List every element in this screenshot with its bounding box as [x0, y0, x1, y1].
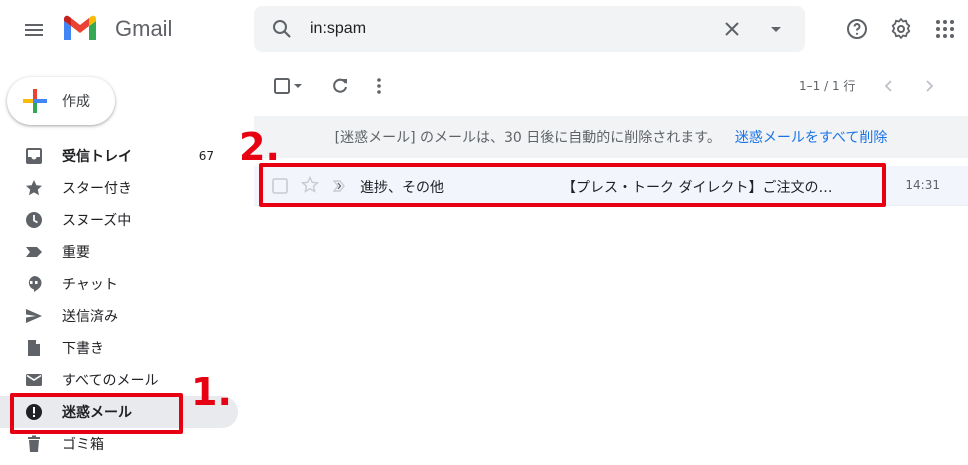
more-vert-icon [377, 78, 381, 94]
pagination-text: 1–1 / 1 行 [799, 79, 856, 93]
apps-icon[interactable] [933, 17, 957, 41]
clock-icon [24, 210, 44, 230]
refresh-button[interactable] [328, 74, 352, 98]
mail-icon [24, 370, 44, 390]
sidebar-item-important[interactable]: 重要 [0, 236, 238, 268]
search-bar [254, 6, 805, 52]
sidebar-item-label: チャット [62, 277, 118, 293]
list-toolbar: 1–1 / 1 行 [254, 64, 968, 108]
inbox-icon [24, 146, 44, 166]
prev-page-button[interactable] [877, 74, 901, 98]
sidebar-item-inbox[interactable]: 受信トレイ 67 [0, 140, 238, 172]
delete-all-spam-link[interactable]: 迷惑メールをすべて削除 [735, 127, 887, 147]
select-dropdown[interactable] [290, 74, 306, 98]
main-menu-button[interactable] [14, 10, 54, 50]
more-button[interactable] [367, 74, 391, 98]
star-icon [24, 178, 44, 198]
close-icon[interactable] [720, 17, 744, 41]
search-icon[interactable] [270, 17, 294, 41]
settings-icon[interactable] [889, 17, 913, 41]
sidebar-item-label: 受信トレイ [62, 149, 132, 165]
sidebar-item-label: 重要 [62, 245, 90, 261]
plus-icon [23, 89, 47, 113]
chevron-left-icon [884, 80, 892, 92]
caret-down-icon [294, 84, 302, 88]
gmail-m-icon [64, 15, 96, 40]
chat-icon [24, 274, 44, 294]
sidebar-item-chat[interactable]: チャット [0, 268, 238, 300]
sidebar-item-drafts[interactable]: 下書き [0, 332, 238, 364]
compose-label: 作成 [62, 94, 90, 110]
checkbox-icon [274, 78, 290, 94]
app-name: Gmail [115, 16, 173, 41]
draft-icon [24, 338, 44, 358]
important-icon [24, 242, 44, 262]
sidebar-item-label: 下書き [62, 341, 104, 357]
sidebar-item-label: ゴミ箱 [62, 437, 104, 453]
menu-icon [25, 24, 43, 36]
gmail-logo[interactable]: Gmail [62, 14, 172, 44]
search-input[interactable] [310, 6, 730, 52]
sidebar-item-starred[interactable]: スター付き [0, 172, 238, 204]
next-page-button[interactable] [917, 74, 941, 98]
sidebar-item-label: 送信済み [62, 309, 118, 325]
top-bar: Gmail [0, 0, 968, 60]
spam-notice-banner: [迷惑メール] のメールは、30 日後に自動的に削除されます。 迷惑メールをすべ… [254, 116, 968, 158]
dropdown-icon[interactable] [764, 17, 788, 41]
sidebar-item-sent[interactable]: 送信済み [0, 300, 238, 332]
chevron-right-icon [926, 80, 934, 92]
compose-button[interactable]: 作成 [7, 77, 115, 125]
help-icon[interactable] [845, 17, 869, 41]
annotation-box-spam [10, 393, 183, 434]
sidebar-item-label: スター付き [62, 181, 132, 197]
email-time: 14:31 [905, 178, 940, 192]
refresh-icon [333, 78, 347, 93]
trash-icon [24, 434, 44, 454]
send-icon [24, 306, 44, 326]
spam-notice-text: [迷惑メール] のメールは、30 日後に自動的に削除されます。 [334, 130, 721, 146]
sidebar-item-snoozed[interactable]: スヌーズ中 [0, 204, 238, 236]
annotation-step-1: 1. [191, 370, 232, 414]
sidebar-item-label: スヌーズ中 [62, 213, 132, 229]
unread-count: 67 [198, 149, 214, 163]
annotation-step-2: 2. [239, 125, 280, 169]
annotation-box-email [259, 163, 886, 207]
